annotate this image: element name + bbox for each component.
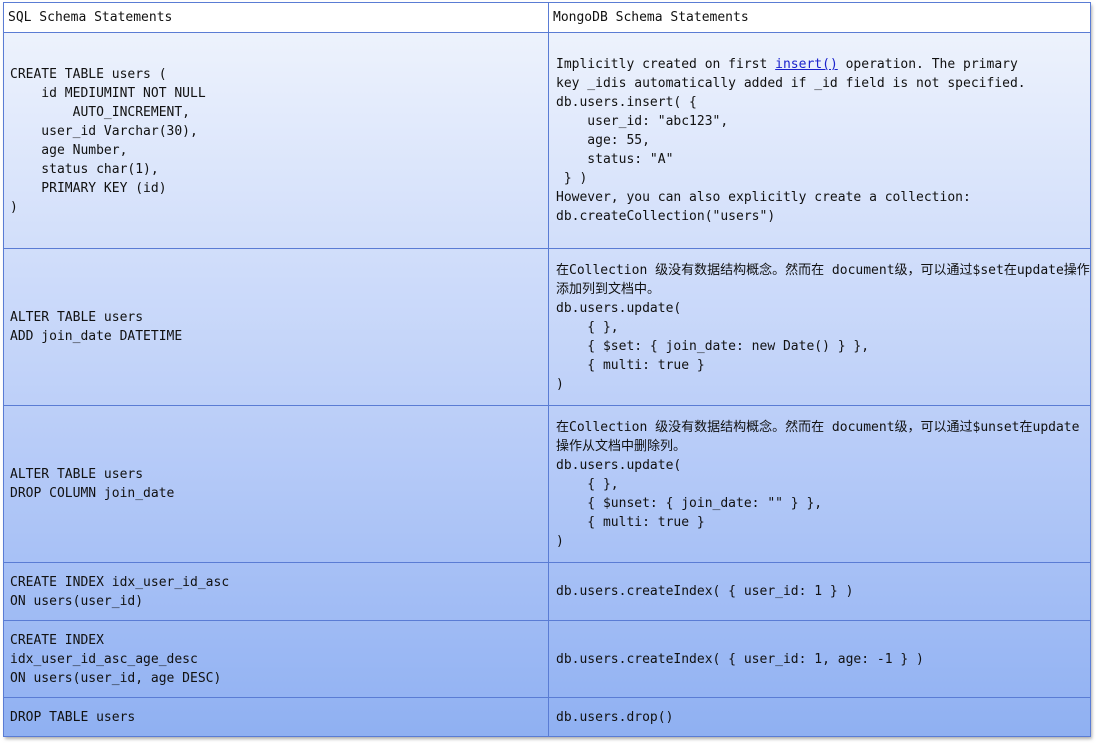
- table-header-row: SQL Schema Statements MongoDB Schema Sta…: [3, 2, 1091, 33]
- comparison-table-container: SQL Schema Statements MongoDB Schema Sta…: [3, 2, 1091, 737]
- sql-create-table: CREATE TABLE users ( id MEDIUMINT NOT NU…: [3, 32, 549, 249]
- mongo-code: db.users.insert( { user_id: "abc123", ag…: [556, 95, 971, 224]
- table-row: ALTER TABLE users DROP COLUMN join_date …: [3, 405, 1091, 563]
- mongo-create-index: db.users.createIndex( { user_id: 1 } ): [548, 562, 1091, 621]
- mongo-intro-text: 在Collection 级没有数据结构概念。然而在 document级，可以通过…: [556, 419, 1080, 454]
- header-mongodb: MongoDB Schema Statements: [548, 2, 1091, 33]
- sql-drop-table: DROP TABLE users: [3, 697, 549, 737]
- header-sql: SQL Schema Statements: [3, 2, 549, 33]
- table-row: CREATE INDEX idx_user_id_asc_age_desc ON…: [3, 620, 1091, 698]
- mongo-intro-text: Implicitly created on first: [556, 57, 776, 72]
- table-row: DROP TABLE users db.users.drop(): [3, 697, 1091, 737]
- mongo-intro-text: 在Collection 级没有数据结构概念。然而在 document级，可以通过…: [556, 262, 1090, 297]
- mongo-set-field: 在Collection 级没有数据结构概念。然而在 document级，可以通过…: [548, 248, 1091, 406]
- mongo-drop-collection: db.users.drop(): [548, 697, 1091, 737]
- sql-alter-add-column: ALTER TABLE users ADD join_date DATETIME: [3, 248, 549, 406]
- mongo-create-compound-index: db.users.createIndex( { user_id: 1, age:…: [548, 620, 1091, 698]
- table-row: CREATE INDEX idx_user_id_asc ON users(us…: [3, 562, 1091, 621]
- sql-alter-drop-column: ALTER TABLE users DROP COLUMN join_date: [3, 405, 549, 563]
- table-row: CREATE TABLE users ( id MEDIUMINT NOT NU…: [3, 32, 1091, 249]
- sql-create-index: CREATE INDEX idx_user_id_asc ON users(us…: [3, 562, 549, 621]
- mongo-unset-field: 在Collection 级没有数据结构概念。然而在 document级，可以通过…: [548, 405, 1091, 563]
- mongo-code: db.users.update( { }, { $set: { join_dat…: [556, 300, 870, 392]
- mongo-create-collection: Implicitly created on first insert() ope…: [548, 32, 1091, 249]
- sql-create-compound-index: CREATE INDEX idx_user_id_asc_age_desc ON…: [3, 620, 549, 698]
- insert-doc-link[interactable]: insert(): [775, 57, 838, 72]
- sql-mongodb-comparison-table: SQL Schema Statements MongoDB Schema Sta…: [3, 2, 1091, 737]
- table-row: ALTER TABLE users ADD join_date DATETIME…: [3, 248, 1091, 406]
- mongo-code: db.users.update( { }, { $unset: { join_d…: [556, 457, 823, 549]
